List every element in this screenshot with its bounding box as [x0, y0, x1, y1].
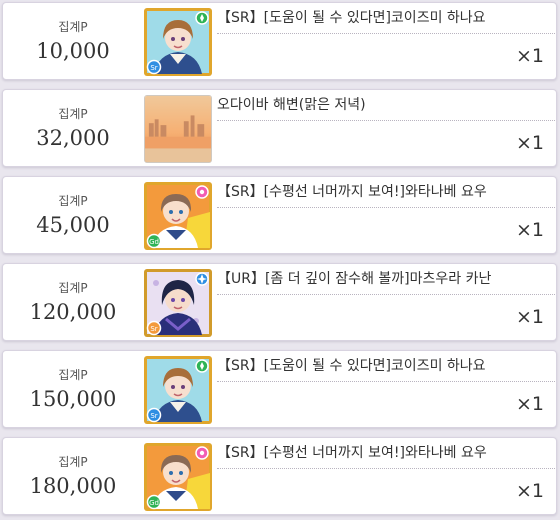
reward-name: 【SR】[수평선 너머까지 보여!]와타나베 요우	[217, 181, 555, 208]
card-icon-you[interactable]: Gd	[144, 182, 212, 250]
card-icon-hanayo[interactable]: Sr	[144, 8, 212, 76]
reward-row: 집계P 32,000 오다이바 해변(맑은 저녁) ×1	[2, 89, 557, 167]
reward-quantity: ×1	[515, 219, 544, 241]
reward-quantity: ×1	[515, 393, 544, 415]
reward-name: 【SR】[도움이 될 수 있다면]코이즈미 하나요	[217, 355, 555, 382]
svg-text:Sr: Sr	[150, 412, 157, 420]
points-label: 집계P	[58, 281, 88, 295]
points-label: 집계P	[58, 194, 88, 208]
reward-name: 【UR】[좀 더 깊이 잠수해 볼까]마츠우라 카난	[217, 268, 555, 295]
reward-quantity: ×1	[515, 480, 544, 502]
points-label: 집계P	[58, 368, 88, 382]
reward-row: 집계P 180,000 Gd 【SR】[수평선 너머까지 보여!]와타나베 요우	[2, 437, 557, 515]
card-icon-hanayo[interactable]: Sr	[144, 356, 212, 424]
points-value: 120,000	[29, 300, 117, 324]
background-icon-odaiba[interactable]	[144, 95, 212, 163]
card-icon-you[interactable]: Gd	[144, 443, 212, 511]
svg-text:Gd: Gd	[149, 238, 159, 246]
reward-row: 집계P 45,000 Gd 【SR】[수평선 너머까지 보여!]와타나베 요우	[2, 176, 557, 254]
points-label: 집계P	[58, 455, 88, 469]
points-label: 집계P	[58, 107, 88, 121]
reward-quantity: ×1	[515, 132, 544, 154]
reward-row: 집계P 120,000 Sr 【UR】[좀 더 깊이 잠수해 볼까]마츠우라 카…	[2, 263, 557, 341]
points-value: 10,000	[36, 39, 110, 63]
points-label: 집계P	[58, 20, 88, 34]
card-icon-kanan[interactable]: Sr	[144, 269, 212, 337]
reward-quantity: ×1	[515, 45, 544, 67]
points-value: 45,000	[36, 213, 110, 237]
reward-row: 집계P 10,000 Sr 【SR】[도움이 될 수 있다면]코이즈미 하나요 …	[2, 2, 557, 80]
reward-name: 오다이바 해변(맑은 저녁)	[217, 94, 555, 121]
svg-text:Sr: Sr	[150, 325, 157, 333]
points-value: 180,000	[29, 474, 117, 498]
svg-text:Sr: Sr	[150, 64, 157, 72]
reward-quantity: ×1	[515, 306, 544, 328]
reward-list: 집계P 10,000 Sr 【SR】[도움이 될 수 있다면]코이즈미 하나요 …	[0, 0, 560, 520]
svg-text:Gd: Gd	[149, 499, 159, 507]
reward-name: 【SR】[도움이 될 수 있다면]코이즈미 하나요	[217, 7, 555, 34]
reward-row: 집계P 150,000 Sr 【SR】[도움이 될 수 있다면]코이즈미 하나요…	[2, 350, 557, 428]
points-value: 150,000	[29, 387, 117, 411]
points-value: 32,000	[36, 126, 110, 150]
reward-name: 【SR】[수평선 너머까지 보여!]와타나베 요우	[217, 442, 555, 469]
